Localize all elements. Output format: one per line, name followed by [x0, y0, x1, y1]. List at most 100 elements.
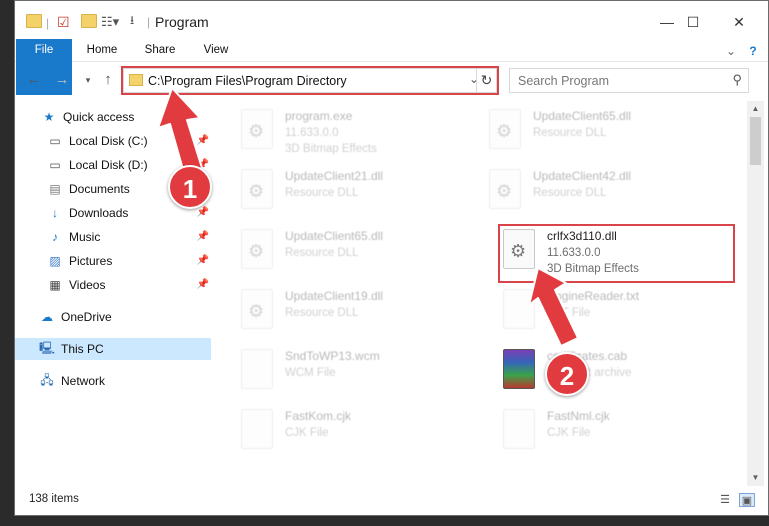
file-name: FastNml.cjk: [547, 409, 610, 423]
nav-label: Network: [61, 374, 106, 388]
file-highlight-box: [498, 224, 735, 283]
nav-network[interactable]: 🖧 Network: [15, 370, 211, 392]
file-item[interactable]: ⚙ UpdateClient21.dll Resource DLL: [221, 163, 471, 219]
scroll-thumb[interactable]: [750, 117, 761, 165]
documents-icon: ▤: [49, 182, 61, 196]
file-item[interactable]: ⚙ UpdateClient65.dll Resource DLL: [469, 103, 719, 159]
file-name: FastKom.cjk: [285, 409, 352, 423]
pin-icon: 📌: [196, 255, 209, 266]
window-title: Program: [155, 14, 209, 30]
star-icon: ★: [43, 110, 55, 124]
tab-view[interactable]: View: [191, 39, 241, 62]
cloud-icon: ☁: [41, 310, 53, 324]
videos-icon: ▦: [49, 278, 61, 292]
file-name: UpdateClient21.dll: [285, 169, 384, 183]
nav-pictures[interactable]: ▨ Pictures 📌: [15, 250, 211, 272]
back-button[interactable]: ←: [23, 69, 45, 91]
address-row: ← → ▾ ↑ C:\Program Files\Program Directo…: [15, 63, 768, 97]
nav-onedrive[interactable]: ☁ OneDrive: [15, 306, 211, 328]
new-folder-icon[interactable]: [81, 14, 97, 28]
nav-this-pc[interactable]: 🖳 This PC: [15, 338, 211, 360]
nav-videos[interactable]: ▦ Videos 📌: [15, 274, 211, 296]
title-bar: | ☑ ☷▾ ⭳ | Program — ☐ ✕: [15, 1, 768, 39]
file-item[interactable]: ⚙ UpdateClient42.dll Resource DLL: [469, 163, 719, 219]
folder-icon: [26, 14, 42, 28]
file-item[interactable]: certificates.cab WinRAR archive: [479, 343, 729, 399]
file-type: Resource DLL: [533, 187, 607, 199]
file-description: 3D Bitmap Effects: [285, 143, 377, 155]
exe-file-icon: ⚙: [241, 109, 273, 149]
nav-label: This PC: [61, 342, 104, 356]
expand-ribbon-icon[interactable]: ⌄: [723, 43, 739, 59]
tab-home[interactable]: Home: [77, 39, 127, 62]
details-view-icon[interactable]: ☰: [717, 493, 733, 507]
file-item[interactable]: SndToWP13.wcm WCM File: [221, 343, 471, 399]
text-file-icon: [503, 289, 535, 329]
file-type: Resource DLL: [285, 307, 359, 319]
dll-file-icon: ⚙: [241, 289, 273, 329]
nav-label: Pictures: [69, 254, 113, 268]
network-icon: 🖧: [40, 372, 54, 387]
help-icon[interactable]: ?: [745, 43, 761, 59]
file-name: UpdateClient42.dll: [533, 169, 632, 183]
nav-music[interactable]: ♪ Music 📌: [15, 226, 211, 248]
item-count: 138 items: [29, 493, 79, 505]
navigation-pane: ★ Quick access ▭ Local Disk (C:) 📌 ▭ Loc…: [15, 101, 211, 486]
nav-quick-access[interactable]: ★ Quick access: [15, 106, 211, 128]
explorer-window: | ☑ ☷▾ ⭳ | Program — ☐ ✕ File Home Share…: [14, 0, 769, 516]
pictures-icon: ▨: [49, 254, 61, 268]
step-1-badge: 1: [168, 165, 212, 209]
search-placeholder: Search Program: [518, 74, 610, 88]
file-type: CJK File: [547, 427, 591, 439]
separator-icon: |: [147, 15, 151, 29]
search-icon: ⚲: [732, 72, 742, 87]
address-highlight-box: [121, 66, 499, 95]
file-type: TXT File: [547, 307, 591, 319]
file-item[interactable]: EngineReader.txt TXT File: [479, 283, 729, 339]
quick-access-dropdown-icon[interactable]: ⭳: [130, 11, 134, 31]
search-input[interactable]: Search Program ⚲: [509, 68, 749, 93]
file-item[interactable]: ⚙ program.exe 11.633.0.0 3D Bitmap Effec…: [221, 103, 471, 159]
dll-file-icon: ⚙: [241, 169, 273, 209]
scroll-up-icon[interactable]: ▲: [747, 101, 764, 117]
nav-label: Downloads: [69, 206, 129, 220]
nav-label: Quick access: [63, 110, 135, 124]
pin-icon: 📌: [196, 279, 209, 290]
file-version: 11.633.0.0: [285, 127, 339, 139]
nav-label: Videos: [69, 278, 106, 292]
tab-share[interactable]: Share: [135, 39, 185, 62]
file-type: WCM File: [285, 367, 336, 379]
file-name: SndToWP13.wcm: [285, 349, 380, 363]
drive-icon: ▭: [49, 134, 61, 148]
forward-button[interactable]: →: [51, 69, 73, 91]
ribbon-tabs: File Home Share View ⌄ ?: [15, 39, 768, 95]
file-item[interactable]: ⚙ UpdateClient65.dll Resource DLL: [221, 223, 471, 279]
nav-local-disk-c[interactable]: ▭ Local Disk (C:) 📌: [15, 130, 211, 152]
file-item[interactable]: ⚙ UpdateClient19.dll Resource DLL: [221, 283, 471, 339]
scroll-down-icon[interactable]: ▼: [747, 470, 764, 486]
music-icon: ♪: [52, 230, 58, 244]
file-type: CJK File: [285, 427, 329, 439]
separator-icon: |: [46, 16, 50, 30]
file-type: Resource DLL: [285, 247, 359, 259]
properties-icon[interactable]: ☑: [57, 12, 70, 32]
file-name: program.exe: [285, 109, 353, 123]
up-button[interactable]: ↑: [97, 69, 119, 91]
file-item[interactable]: FastNml.cjk CJK File: [479, 403, 729, 459]
recent-locations-button[interactable]: ▾: [77, 69, 99, 91]
dll-file-icon: ⚙: [241, 229, 273, 269]
nav-label: OneDrive: [61, 310, 112, 324]
nav-label: Local Disk (C:): [69, 134, 148, 148]
file-list: ⚙ program.exe 11.633.0.0 3D Bitmap Effec…: [221, 101, 743, 486]
file-item[interactable]: FastKom.cjk CJK File: [221, 403, 471, 459]
pin-icon: 📌: [196, 135, 209, 146]
large-icons-view-icon[interactable]: ▣: [739, 493, 755, 507]
nav-label: Local Disk (D:): [69, 158, 148, 172]
customize-toolbar-icon[interactable]: ☷▾: [101, 12, 119, 32]
vertical-scrollbar[interactable]: ▲ ▼: [747, 101, 764, 486]
close-button[interactable]: ✕: [719, 9, 759, 35]
generic-file-icon: [241, 349, 273, 389]
file-type: Resource DLL: [285, 187, 359, 199]
nav-label: Music: [69, 230, 101, 244]
maximize-button[interactable]: ☐: [673, 9, 713, 35]
